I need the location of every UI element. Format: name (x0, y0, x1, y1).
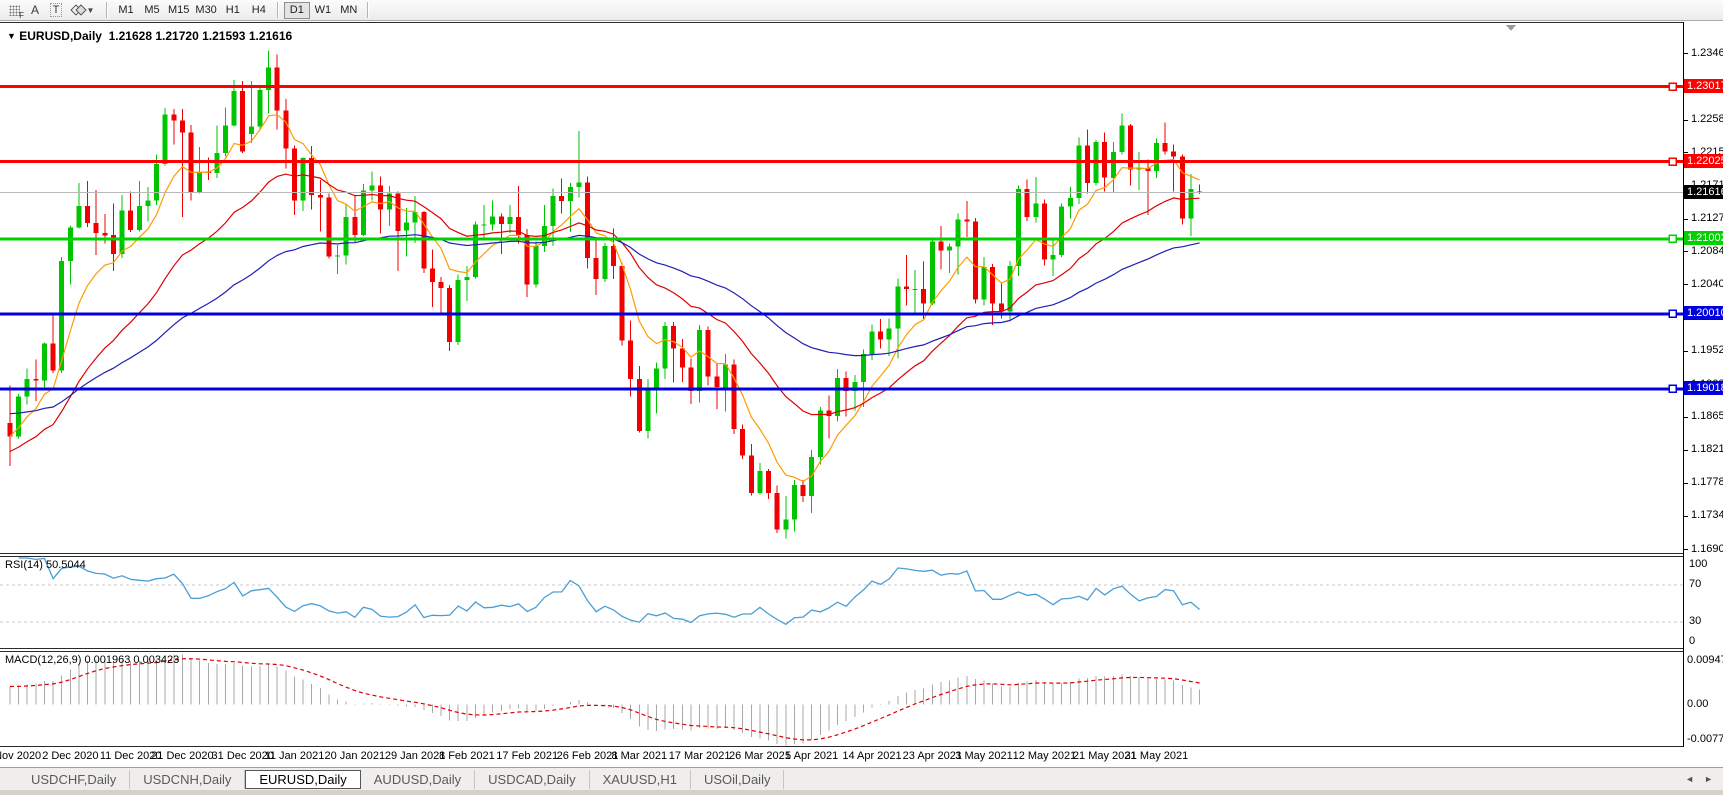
price-tick-mark (1684, 549, 1688, 550)
tab-audusd[interactable]: AUDUSD,Daily (361, 770, 475, 789)
tab-usdchf[interactable]: USDCHF,Daily (18, 770, 130, 789)
ohlc-high: 1.21720 (155, 29, 198, 43)
rsi-scale-label: 100 (1689, 558, 1707, 570)
macd-scale-label: -0.00777 (1687, 733, 1723, 745)
tab-eurusd[interactable]: EURUSD,Daily (245, 770, 360, 789)
price-level-badge: 1.19018 (1684, 381, 1723, 395)
timeframe-button-d1[interactable]: D1 (284, 2, 310, 19)
arrow-text-tool-icon[interactable]: A (26, 2, 44, 18)
price-tick-label: 1.16900 (1691, 543, 1723, 555)
dot-grid-icon (9, 5, 20, 16)
price-tick-mark (1684, 417, 1688, 418)
ma-fast-line (10, 115, 1200, 482)
price-tick-label: 1.20840 (1691, 245, 1723, 257)
price-level-badge: 1.23017 (1684, 79, 1723, 93)
ohlc-low: 1.21593 (202, 29, 245, 43)
price-level-badge: 1.21616 (1684, 185, 1723, 199)
rsi-label: RSI(14) 50.5044 (5, 559, 86, 571)
price-level-badge: 1.22025 (1684, 154, 1723, 168)
toolbar-separator (367, 2, 369, 18)
price-tick-mark (1684, 120, 1688, 121)
mt4-window: F A T ▼ M1M5M15M30H1H4 D1W1MN 1.23460 1.23… (0, 0, 1723, 795)
bottom-strip (0, 790, 1723, 795)
price-tick-mark (1684, 152, 1688, 153)
timeframe-button-h1[interactable]: H1 (220, 2, 246, 19)
top-toolbar: F A T ▼ M1M5M15M30H1H4 D1W1MN (0, 0, 1723, 21)
shapes-tool-icon[interactable]: ▼ (68, 2, 98, 18)
timeframe-button-h4[interactable]: H4 (246, 2, 272, 19)
chart-shift-marker-icon[interactable] (1506, 25, 1516, 31)
timeframe-button-m15[interactable]: M15 (165, 2, 192, 19)
chart-title: ▼ EURUSD,Daily 1.21628 1.21720 1.21593 1… (7, 29, 292, 43)
price-tick-label: 1.19520 (1691, 344, 1723, 356)
price-level-badge: 1.21002 (1684, 231, 1723, 245)
price-tick-label: 1.21270 (1691, 212, 1723, 224)
price-tick-label: 1.17340 (1691, 509, 1723, 521)
tab-xauusd[interactable]: XAUUSD,H1 (590, 770, 691, 789)
macd-label: MACD(12,26,9) 0.001963 0.003423 (5, 654, 179, 666)
price-tick-label: 1.20400 (1691, 278, 1723, 290)
price-chart-canvas[interactable] (0, 22, 1683, 747)
price-tick-mark (1684, 53, 1688, 54)
toolbar-separator (277, 2, 279, 18)
price-tick-mark (1684, 450, 1688, 451)
price-tick-mark (1684, 219, 1688, 220)
price-tick-mark (1684, 483, 1688, 484)
chart-area: 1.234601.230201.225801.221501.217101.212… (0, 22, 1723, 747)
timeframe-button-mn[interactable]: MN (336, 2, 362, 19)
macd-plot (10, 655, 1200, 746)
price-tick-mark (1684, 284, 1688, 285)
timeframe-button-m1[interactable]: M1 (113, 2, 139, 19)
macd-scale-label: 0.009478 (1687, 654, 1723, 666)
ohlc-open: 1.21628 (109, 29, 152, 43)
price-tick-label: 1.23460 (1691, 47, 1723, 59)
ohlc-close: 1.21616 (249, 29, 292, 43)
price-tick-mark (1684, 351, 1688, 352)
price-tick-label: 1.18210 (1691, 443, 1723, 455)
symbol-tabs: USDCHF,DailyUSDCNH,DailyEURUSD,DailyAUDU… (0, 767, 1723, 790)
macd-scale-label: 0.00 (1687, 698, 1708, 710)
rsi-scale-label: 30 (1689, 615, 1701, 627)
toolbar-separator (106, 2, 108, 18)
tab-scroll-arrows: ◄► (1685, 774, 1713, 784)
timeframe-bar: M1M5M15M30H1H4 D1W1MN (113, 2, 374, 19)
rsi-plot (19, 558, 1200, 624)
chevron-down-icon: ▼ (87, 6, 95, 15)
chart-collapse-icon[interactable]: ▼ (7, 31, 16, 41)
timeframe-button-m30[interactable]: M30 (192, 2, 219, 19)
text-t-label: T (50, 3, 63, 17)
grid-f-label: F (19, 11, 24, 20)
date-axis[interactable]: 23 Nov 20202 Dec 202011 Dec 202021 Dec 2… (0, 747, 1723, 767)
text-label-tool-icon[interactable]: T (47, 2, 65, 18)
rsi-scale-label: 0 (1689, 635, 1695, 647)
symbol-period-label: EURUSD,Daily (19, 29, 102, 43)
timeframe-button-m5[interactable]: M5 (139, 2, 165, 19)
tab-usoil[interactable]: USOil,Daily (691, 770, 784, 789)
price-tick-label: 1.22580 (1691, 113, 1723, 125)
price-tick-mark (1684, 251, 1688, 252)
tab-usdcnh[interactable]: USDCNH,Daily (130, 770, 245, 789)
tab-scroll-left-icon[interactable]: ◄ (1685, 774, 1694, 784)
timeframe-button-w1[interactable]: W1 (310, 2, 336, 19)
tab-usdcad[interactable]: USDCAD,Daily (475, 770, 589, 789)
price-axis[interactable]: 1.234601.230201.225801.221501.217101.212… (1683, 22, 1723, 747)
price-tick-label: 1.17780 (1691, 476, 1723, 488)
tab-scroll-right-icon[interactable]: ► (1704, 774, 1713, 784)
price-tick-mark (1684, 516, 1688, 517)
date-label: 31 May 2021 (1114, 750, 1198, 762)
price-level-badge: 1.20010 (1684, 306, 1723, 320)
grid-template-icon[interactable]: F (5, 2, 23, 18)
rsi-scale-label: 70 (1689, 578, 1701, 590)
price-tick-label: 1.18650 (1691, 410, 1723, 422)
text-a-label: A (31, 3, 39, 17)
